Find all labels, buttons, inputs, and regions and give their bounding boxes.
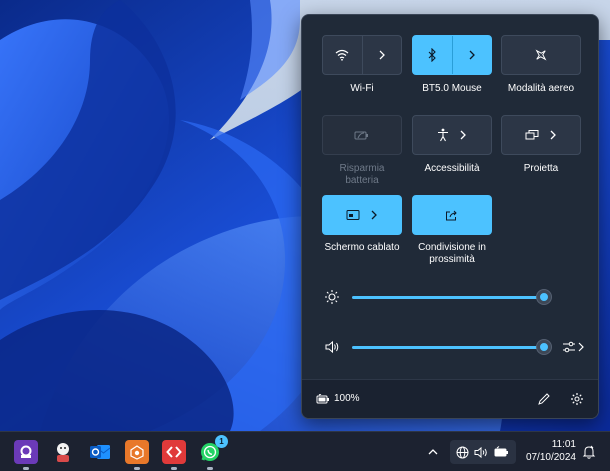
settings-button[interactable] — [569, 391, 585, 407]
brightness-icon — [324, 289, 340, 305]
taskbar-app-remote[interactable] — [162, 440, 186, 470]
edit-quick-settings-button[interactable] — [536, 391, 552, 407]
battery-saver-icon — [354, 131, 368, 140]
taskbar-app-whatsapp[interactable]: 1 — [198, 435, 228, 470]
brightness-slider-thumb[interactable] — [537, 290, 551, 304]
clock-time: 11:01 — [551, 439, 576, 450]
chevron-right-icon — [469, 50, 475, 60]
accessibility-tile[interactable] — [412, 115, 492, 155]
brightness-slider-track[interactable] — [352, 296, 544, 299]
clock-date: 07/10/2024 — [525, 452, 576, 463]
quick-settings-body: Wi-Fi BT5.0 Mouse Modalità aereo Risparm… — [302, 15, 598, 381]
battery-status[interactable]: 100% — [316, 393, 360, 404]
wifi-toggle[interactable] — [323, 36, 362, 74]
share-icon — [446, 210, 457, 221]
bluetooth-tile[interactable] — [412, 35, 492, 75]
quick-settings-panel: Wi-Fi BT5.0 Mouse Modalità aereo Risparm… — [301, 14, 599, 419]
chevron-right-icon — [578, 342, 584, 352]
cast-icon — [346, 210, 360, 220]
taskbar-app-pdf[interactable] — [14, 440, 38, 470]
taskbar-app-outlook[interactable] — [88, 440, 112, 464]
volume-slider-track[interactable] — [352, 346, 544, 349]
volume-icon[interactable] — [324, 339, 340, 355]
battery-saver-tile[interactable] — [322, 115, 402, 155]
speaker-icon — [474, 446, 488, 458]
nearby-share-label: Condivisione in prossimità — [418, 242, 486, 265]
accessibility-label: Accessibilità — [424, 163, 480, 174]
remote-app-icon — [166, 446, 182, 458]
bluetooth-label: BT5.0 Mouse — [422, 83, 482, 94]
airplane-icon — [535, 49, 547, 61]
notification-app-icon — [130, 445, 144, 460]
wifi-icon — [335, 49, 349, 61]
airplane-mode-tile[interactable] — [501, 35, 581, 75]
battery-saver-label: Risparmia batteria — [339, 163, 385, 186]
volume-slider-thumb[interactable] — [537, 340, 551, 354]
project-icon — [525, 130, 539, 140]
whatsapp-unread-badge: 1 — [215, 435, 228, 448]
taskbar-app-character[interactable] — [51, 440, 75, 464]
battery-percentage: 100% — [334, 393, 360, 404]
chevron-right-icon — [371, 210, 377, 220]
wifi-expand-button[interactable] — [362, 36, 401, 74]
bluetooth-icon — [428, 48, 437, 62]
taskbar-app-notification[interactable] — [125, 440, 149, 470]
pdf-app-icon — [20, 445, 32, 458]
outlook-icon — [90, 445, 111, 459]
audio-output-button[interactable] — [562, 339, 586, 355]
pencil-icon — [538, 393, 550, 405]
quick-settings-footer: 100% — [302, 379, 598, 418]
taskbar: 1 11:01 07/10/2024 — [0, 431, 610, 471]
cast-tile[interactable] — [322, 195, 402, 235]
gear-icon — [571, 393, 583, 405]
notification-bell-icon — [582, 445, 596, 459]
chevron-right-icon — [550, 130, 556, 140]
globe-icon — [456, 446, 469, 458]
accessibility-icon — [438, 128, 448, 142]
audio-settings-icon — [563, 341, 575, 353]
system-tray-status[interactable] — [450, 440, 516, 464]
bluetooth-expand-button[interactable] — [452, 36, 491, 74]
chevron-up-icon — [428, 449, 438, 455]
show-hidden-icons-button[interactable] — [428, 440, 438, 464]
cast-label: Schermo cablato — [324, 242, 400, 253]
nearby-share-tile[interactable] — [412, 195, 492, 235]
project-label: Proietta — [523, 163, 559, 174]
chevron-right-icon — [379, 50, 385, 60]
character-app-icon — [57, 443, 69, 462]
notification-center-button[interactable] — [582, 440, 596, 464]
battery-icon — [494, 446, 509, 457]
battery-charging-icon — [316, 393, 329, 403]
taskbar-clock[interactable]: 11:01 07/10/2024 — [520, 438, 576, 464]
bluetooth-toggle[interactable] — [413, 36, 452, 74]
project-tile[interactable] — [501, 115, 581, 155]
wifi-tile[interactable] — [322, 35, 402, 75]
chevron-right-icon — [460, 130, 466, 140]
airplane-mode-label: Modalità aereo — [507, 83, 575, 94]
wifi-label: Wi-Fi — [350, 83, 374, 94]
